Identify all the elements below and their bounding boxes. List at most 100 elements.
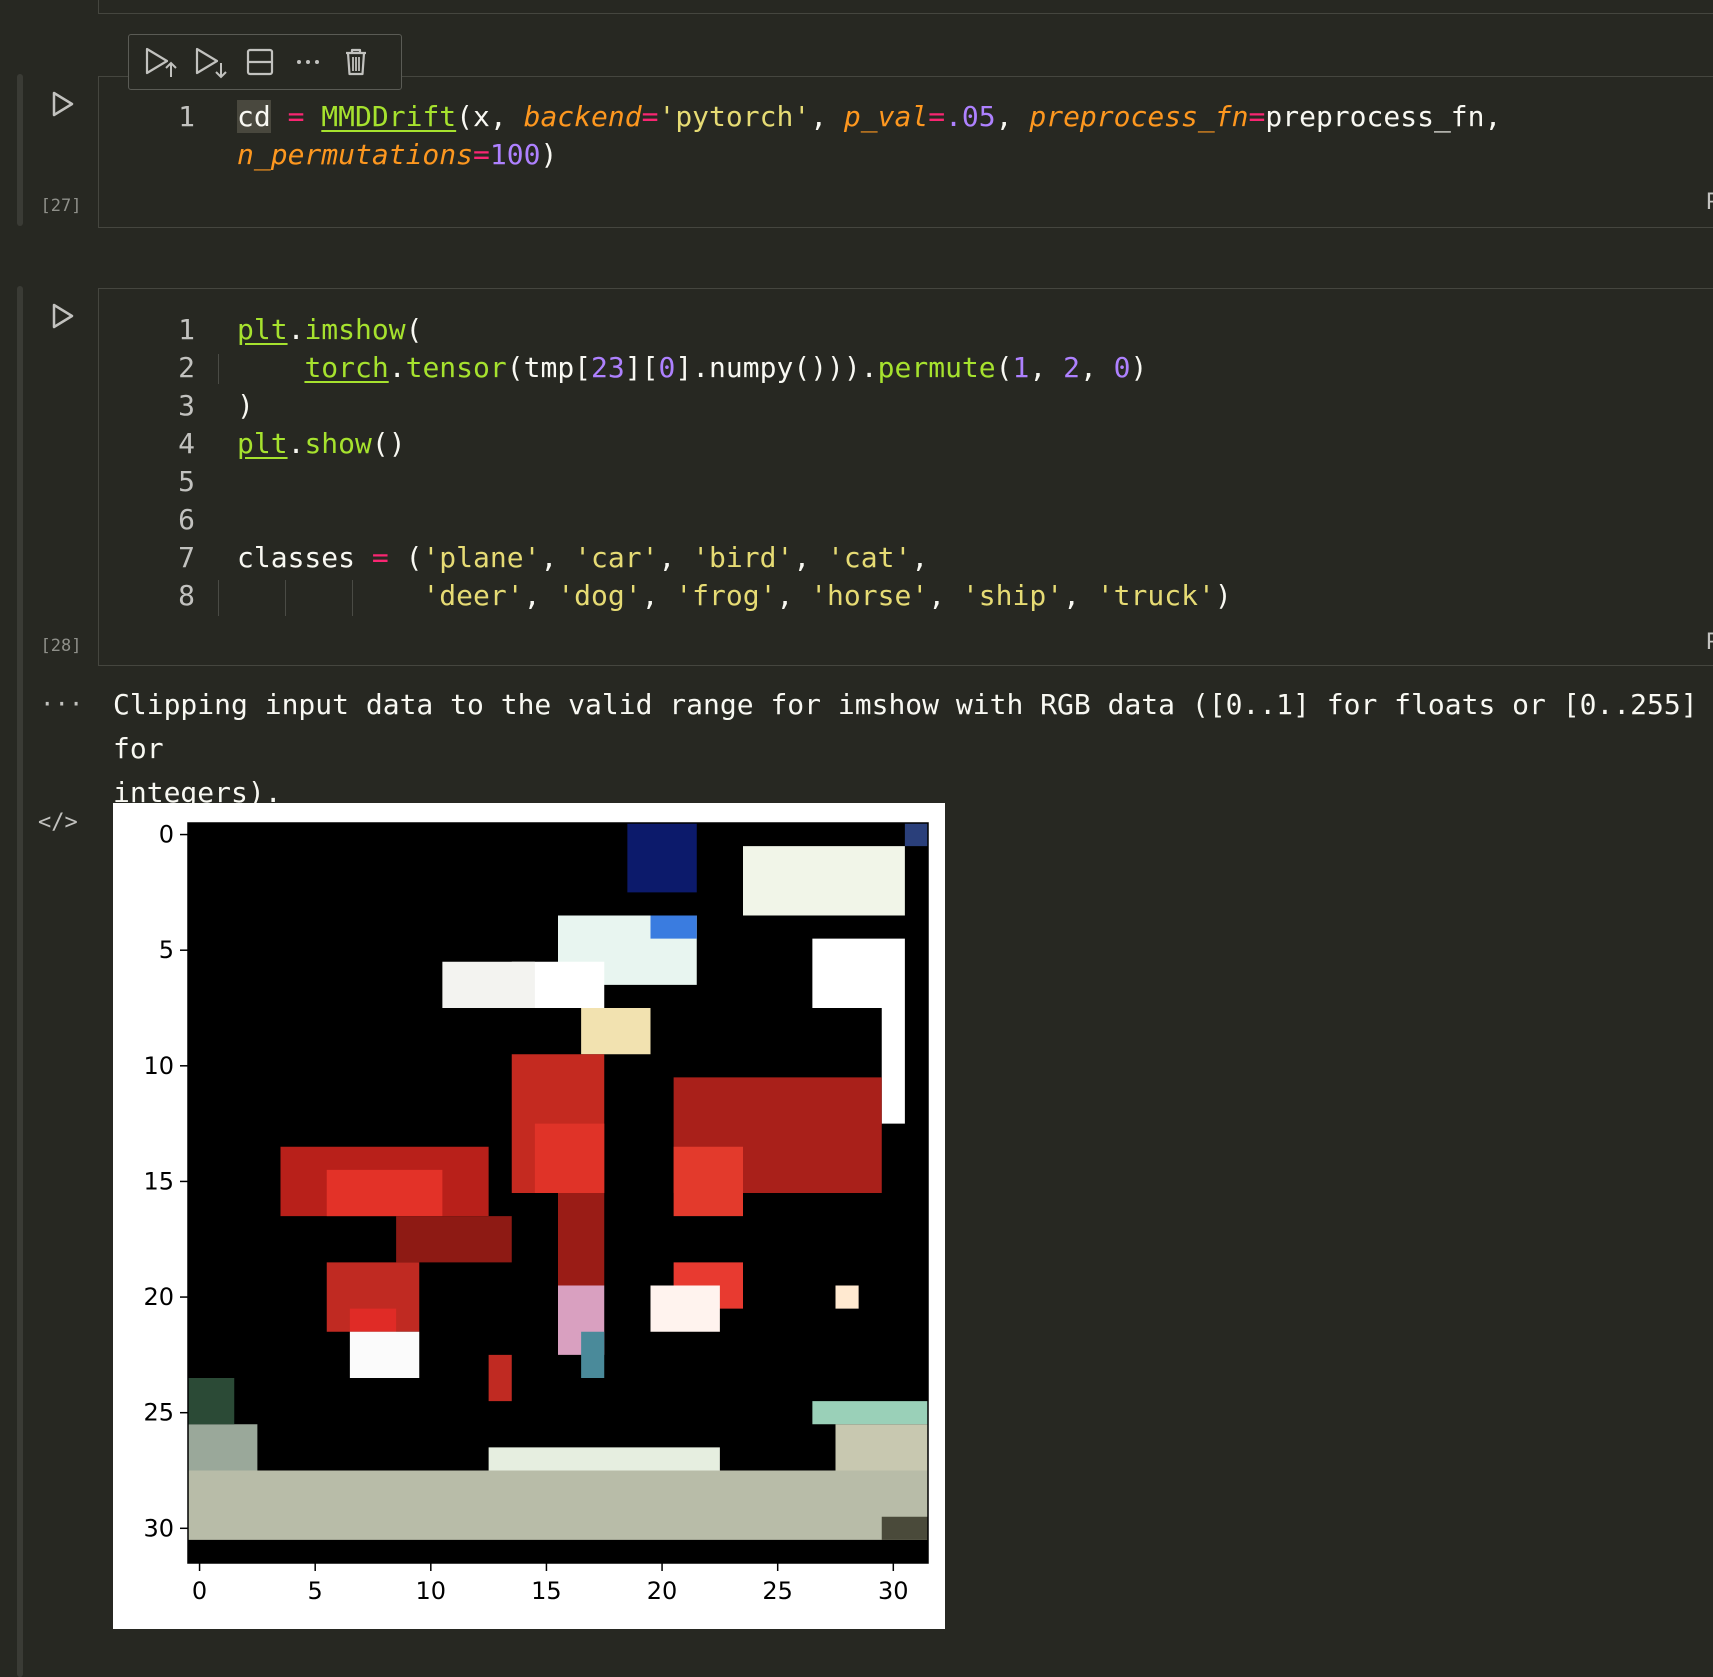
- cell-27-code[interactable]: 1 cd = MMDDrift(x, backend='pytorch', p_v…: [155, 98, 1501, 174]
- y-tick-label: 30: [143, 1514, 174, 1542]
- code-line[interactable]: 6​: [155, 501, 1232, 539]
- image-pixel-block: [812, 938, 905, 1008]
- code-token: 'dog': [557, 579, 642, 612]
- image-pixel-block: [188, 1378, 235, 1425]
- x-tick-label: 5: [308, 1577, 323, 1605]
- image-pixel-block: [650, 915, 697, 939]
- cell-28-exec-count: [28]: [40, 636, 82, 656]
- cell-toolbar: [128, 34, 402, 90]
- code-token: (x,: [456, 100, 524, 133]
- x-tick-label: 10: [416, 1577, 447, 1605]
- code-token: ,: [928, 579, 962, 612]
- code-line[interactable]: 8 'deer', 'dog', 'frog', 'horse', 'ship'…: [155, 577, 1232, 615]
- x-tick-label: 20: [647, 1577, 678, 1605]
- code-token: 'pytorch': [658, 100, 811, 133]
- code-token: 'car': [574, 541, 659, 574]
- code-token: 'truck': [1096, 579, 1215, 612]
- code-line[interactable]: 2 torch.tensor(tmp[23][0].numpy())).perm…: [155, 349, 1232, 387]
- code-token: ): [1130, 351, 1148, 384]
- image-pixel-block: [349, 1308, 397, 1332]
- code-line[interactable]: 5​: [155, 463, 1232, 501]
- code-line[interactable]: 1 cd = MMDDrift(x, backend='pytorch', p_v…: [155, 98, 1501, 136]
- image-pixel-block: [188, 1470, 928, 1540]
- y-tick-label: 20: [143, 1283, 174, 1311]
- code-token: 'cat': [827, 541, 912, 574]
- code-token: ,: [1029, 351, 1064, 384]
- code-token: (tmp[: [506, 351, 592, 384]
- code-line[interactable]: 7 classes = ('plane', 'car', 'bird', 'cat…: [155, 539, 1232, 577]
- code-token: 0: [1113, 351, 1131, 384]
- image-pixel-block: [581, 1008, 651, 1055]
- output-code-icon[interactable]: </>: [38, 810, 78, 835]
- code-token: classes: [237, 541, 372, 574]
- output-more-icon[interactable]: ···: [40, 690, 83, 718]
- code-token: .: [388, 351, 406, 384]
- code-token: =: [641, 100, 659, 133]
- code-token: 23: [591, 351, 625, 384]
- code-line[interactable]: 4 plt.show(): [155, 425, 1232, 463]
- code-token: ): [237, 389, 254, 422]
- run-above-icon[interactable]: [141, 43, 179, 81]
- code-token: plt: [237, 313, 288, 346]
- code-token: 'frog': [675, 579, 777, 612]
- run-cell-27-icon[interactable]: [46, 88, 78, 120]
- cell-27-exec-count: [27]: [40, 196, 82, 216]
- cell-28-code[interactable]: 1 plt.imshow(2 torch.tensor(tmp[23][0].nu…: [155, 311, 1232, 615]
- split-cell-icon[interactable]: [241, 43, 279, 81]
- image-pixel-block: [835, 1424, 928, 1471]
- code-token: ,: [1079, 351, 1114, 384]
- image-pixel-block: [627, 823, 697, 893]
- code-token: .: [287, 313, 305, 346]
- code-line[interactable]: 3): [155, 387, 1232, 425]
- cell-27-language-tag[interactable]: P: [1706, 190, 1713, 215]
- line-number: 8: [178, 579, 195, 612]
- code-token: ,: [995, 100, 1030, 133]
- code-token: ].numpy())).: [675, 351, 878, 384]
- line-number: 2: [178, 351, 195, 384]
- code-token: 2: [1063, 351, 1080, 384]
- code-token: ][: [624, 351, 659, 384]
- image-pixel-block: [488, 1447, 720, 1471]
- code-token: ,: [793, 541, 828, 574]
- x-tick-label: 30: [878, 1577, 909, 1605]
- code-token: p_val: [843, 100, 929, 133]
- image-pixel-block: [442, 961, 535, 1008]
- image-pixel-block: [534, 1123, 605, 1193]
- cell-27-focus-bar: [17, 74, 23, 226]
- x-tick-label: 15: [531, 1577, 562, 1605]
- indent-guide: [285, 580, 286, 616]
- previous-cell: [98, 0, 1713, 14]
- code-token: 100: [489, 138, 541, 171]
- code-token: n_permutations: [237, 138, 474, 171]
- code-token: =: [287, 100, 305, 133]
- line-number: 1: [178, 313, 195, 346]
- line-number: 4: [178, 427, 195, 460]
- image-pixel-block: [488, 1354, 512, 1402]
- run-cell-28-icon[interactable]: [46, 300, 78, 332]
- image-pixel-block: [349, 1331, 420, 1378]
- line-number: 6: [178, 503, 195, 536]
- image-pixel-block: [396, 1216, 512, 1263]
- image-pixel-block: [743, 846, 905, 916]
- delete-icon[interactable]: [337, 43, 375, 81]
- image-pixel-block: [835, 1285, 859, 1309]
- image-pixel-block: [881, 1516, 928, 1540]
- line-number: 1: [178, 100, 195, 133]
- imshow-plot: 0 5 10 15 20 25 30 0 5 10 15 20 25 30: [143, 821, 929, 1605]
- code-token: =: [1248, 100, 1266, 133]
- run-below-icon[interactable]: [191, 43, 229, 81]
- code-token: ,: [658, 541, 693, 574]
- y-tick-label: 25: [143, 1399, 174, 1427]
- y-tick-label: 0: [159, 821, 174, 849]
- code-line[interactable]: n_permutations=100): [155, 136, 1501, 174]
- code-token: 'horse': [810, 579, 929, 612]
- code-token: MMDDrift: [321, 100, 457, 133]
- code-token: ,: [523, 579, 558, 612]
- code-token: ): [540, 138, 558, 171]
- more-icon[interactable]: [289, 43, 327, 81]
- code-line[interactable]: 1 plt.imshow(: [155, 311, 1232, 349]
- indent-guide: [218, 354, 219, 384]
- cell-28-language-tag[interactable]: P: [1706, 630, 1713, 655]
